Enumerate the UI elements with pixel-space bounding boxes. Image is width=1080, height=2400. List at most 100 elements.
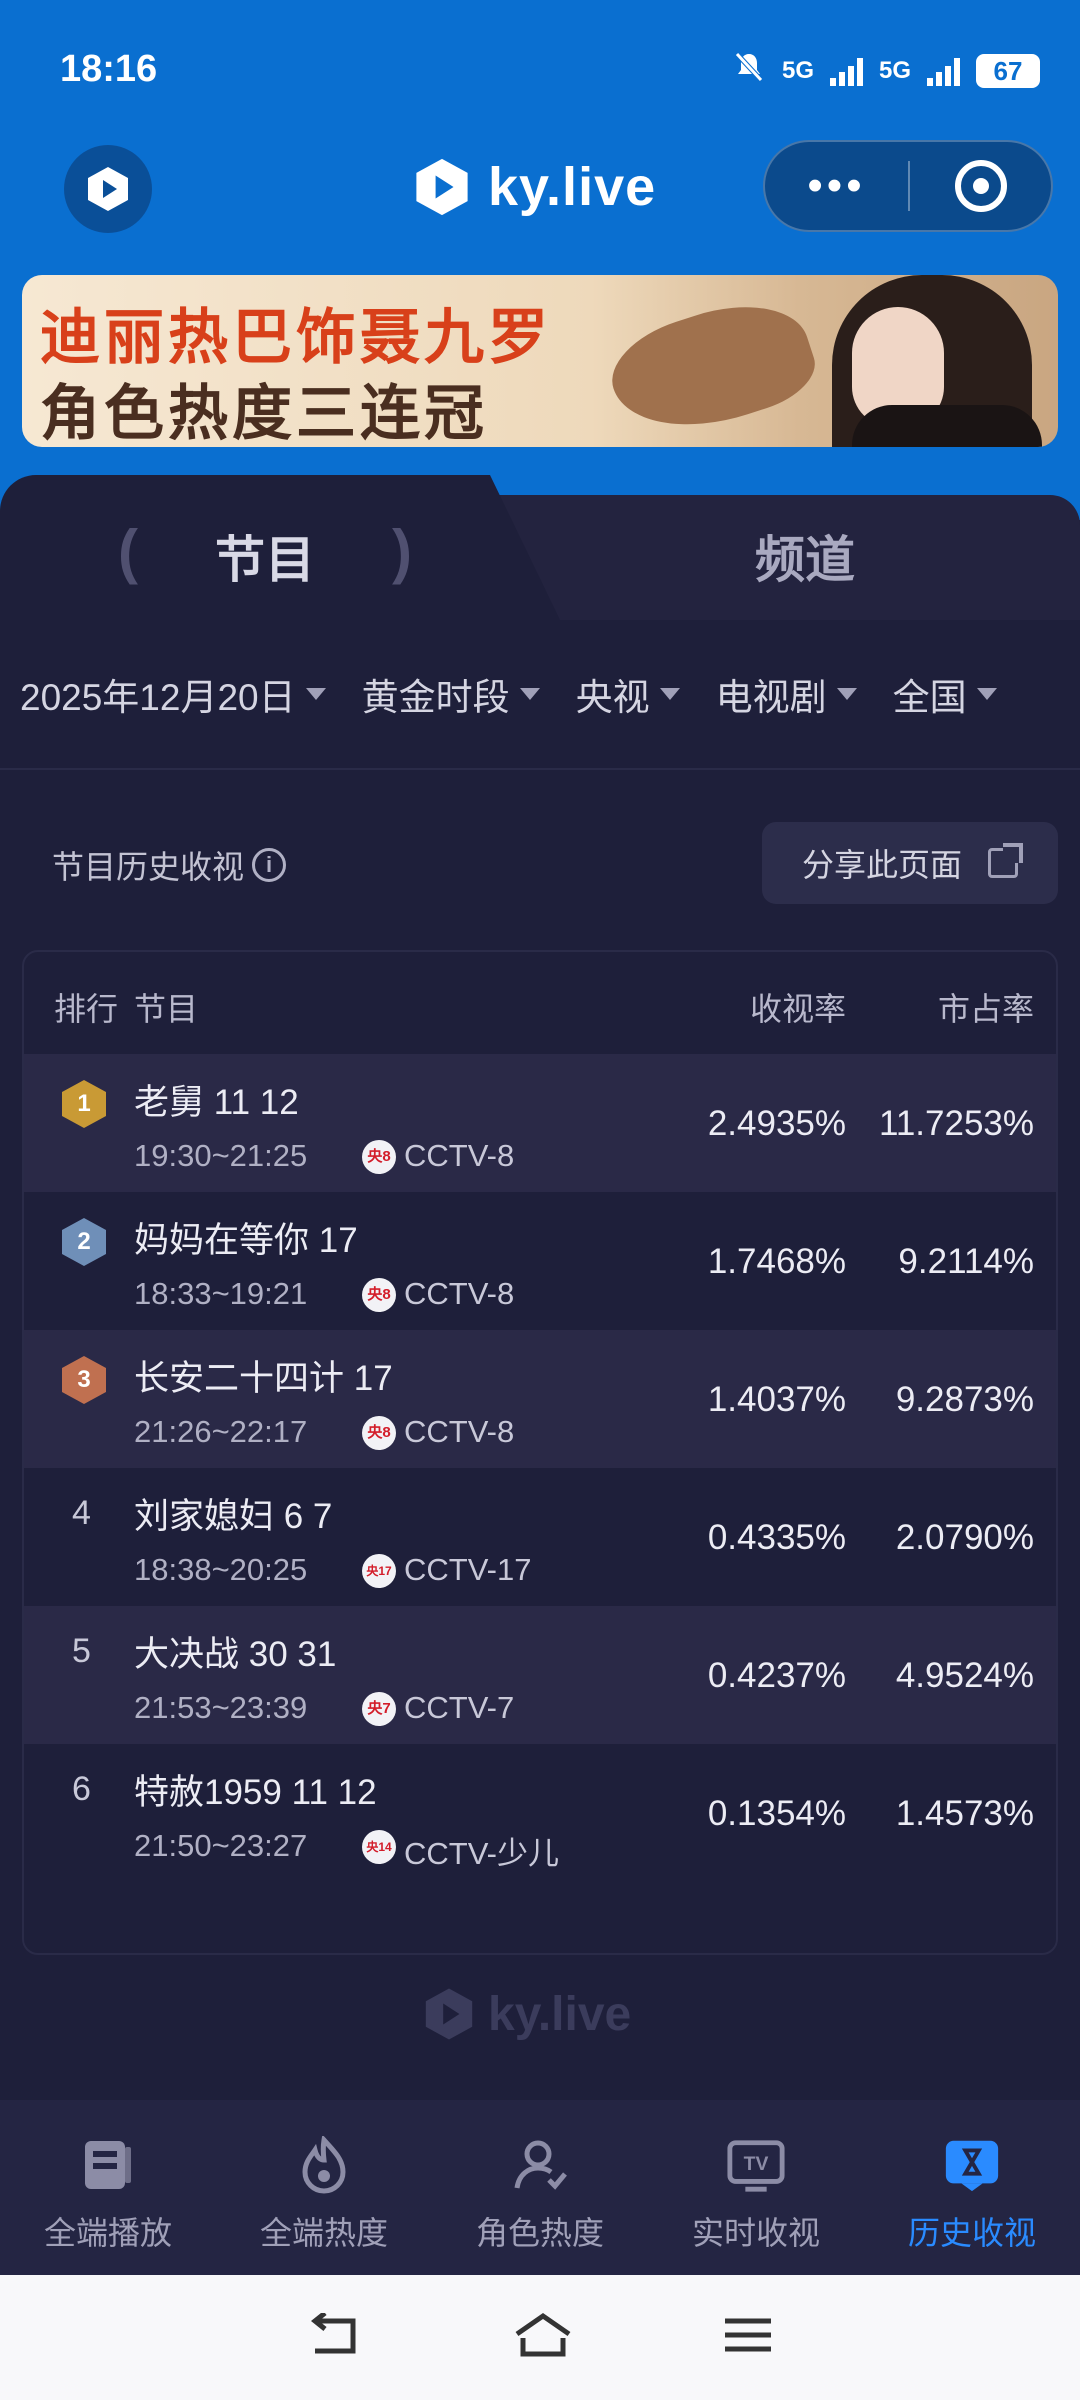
caret-down-icon [976,688,997,700]
table-row[interactable]: 1 老舅 11 12 19:30~21:25 央8 CCTV-8 2.4935%… [24,1054,1056,1192]
rating-value: 0.4237% [707,1656,846,1695]
system-navigation-bar [0,2275,1080,2400]
nav-all-playback[interactable]: 全端播放 [0,2100,216,2275]
rating-value: 0.4335% [707,1518,846,1557]
section-title: 节目历史收视 i [52,842,287,888]
header-program: 节目 [134,991,199,1027]
hourglass-icon [942,2136,1002,2194]
network-label-1: 5G [781,56,814,84]
nav-label: 全端播放 [43,2215,172,2251]
channel-name: CCTV-8 [404,1138,515,1173]
channel-name: CCTV-7 [404,1690,515,1725]
rank-badge-bronze: 3 [62,1356,106,1404]
app-logo-button[interactable] [64,145,152,233]
external-link-icon [988,843,1023,878]
brand: ky.live [410,152,656,222]
channel-logo-icon: 央8 [362,1140,396,1174]
bottom-navigation: 全端播放 全端热度 角色热度 TV 实时收视 历史收视 [0,2100,1080,2275]
channel-name: CCTV-17 [404,1552,532,1587]
nav-realtime-ratings[interactable]: TV 实时收视 [648,2100,864,2275]
tab-programs-label[interactable]: 节目 [215,520,315,592]
banner-line-1: 迪丽热巴饰聂九罗 [40,303,552,373]
program-time: 19:30~21:25 [134,1138,308,1173]
region-filter-label: 全国 [892,677,967,718]
home-icon[interactable] [513,2312,573,2363]
table-row[interactable]: 5 大决战 30 31 21:53~23:39 央7 CCTV-7 0.4237… [24,1606,1056,1744]
channel-name: CCTV-8 [404,1414,515,1449]
program-name: 大决战 30 31 [134,1635,337,1674]
filter-bar: 2025年12月20日 黄金时段 央视 电视剧 全国 [0,620,1080,770]
program-name: 刘家媳妇 6 7 [134,1497,333,1536]
rating-value: 1.7468% [707,1242,846,1281]
info-icon[interactable]: i [252,848,287,882]
app-header: ky.live ••• [0,140,1080,240]
table-row[interactable]: 2 妈妈在等你 17 18:33~19:21 央8 CCTV-8 1.7468%… [24,1192,1056,1330]
genre-filter-label: 电视剧 [715,677,827,718]
caret-down-icon [519,688,540,700]
more-options-button[interactable]: ••• [765,140,908,232]
banner-artwork [599,284,825,447]
tab-channels[interactable]: 频道 [755,520,855,592]
tv-icon: TV [726,2136,786,2194]
caret-down-icon [659,688,680,700]
caret-down-icon [836,688,857,700]
channel-logo-icon: 央8 [362,1278,396,1312]
table-header: 排行 节目 收视率 市占率 [24,952,1056,1052]
network-filter[interactable]: 央视 [576,667,680,721]
status-time: 18:16 [60,48,158,90]
region-filter[interactable]: 全国 [893,667,997,721]
date-filter[interactable]: 2025年12月20日 [20,667,326,721]
footer-watermark: ky.live [420,1985,631,2043]
rating-value: 0.1354% [707,1794,846,1833]
section-title-text: 节目历史收视 [52,849,245,885]
program-time: 18:38~20:25 [134,1552,308,1587]
flame-icon [294,2136,354,2194]
program-name: 妈妈在等你 17 [134,1221,358,1260]
share-value: 9.2873% [895,1380,1034,1419]
menu-icon[interactable] [723,2315,773,2360]
table-row[interactable]: 4 刘家媳妇 6 7 18:38~20:25 央17 CCTV-17 0.433… [24,1468,1056,1606]
nav-label: 历史收视 [907,2215,1036,2251]
header-rank: 排行 [54,991,119,1027]
nav-role-heat[interactable]: 角色热度 [432,2100,648,2275]
channel-logo-icon: 央7 [362,1692,396,1726]
close-mini-program-button[interactable] [910,160,1051,212]
mini-program-capsule: ••• [763,140,1053,232]
rank-number: 6 [72,1770,91,1808]
ratings-table: 排行 节目 收视率 市占率 1 老舅 11 12 19:30~21:25 央8 … [22,950,1058,1955]
channel-logo-icon: 央14 [362,1830,396,1864]
table-row[interactable]: 6 特赦1959 11 12 21:50~23:27 央14 CCTV-少儿 0… [24,1744,1056,1882]
target-icon [954,160,1007,212]
header-rating: 收视率 [749,991,846,1027]
signal-icon [829,56,863,86]
banner-line-2: 角色热度三连冠 [40,379,488,447]
program-name: 长安二十四计 17 [134,1359,393,1398]
share-page-button[interactable]: 分享此页面 [762,822,1058,904]
share-value: 9.2114% [898,1242,1034,1281]
genre-filter[interactable]: 电视剧 [716,667,857,721]
date-filter-label: 2025年12月20日 [20,677,296,718]
channel-name: CCTV-8 [404,1276,515,1311]
nav-all-heat[interactable]: 全端热度 [216,2100,432,2275]
timeslot-filter[interactable]: 黄金时段 [362,667,540,721]
program-time: 18:33~19:21 [134,1276,308,1311]
share-value: 4.9524% [895,1656,1034,1695]
rank-number: 5 [72,1632,91,1670]
back-icon[interactable] [307,2311,363,2362]
channel-name: CCTV-少儿 [404,1836,559,1871]
program-time: 21:53~23:39 [134,1690,308,1725]
nav-history-ratings[interactable]: 历史收视 [864,2100,1080,2275]
share-value: 1.4573% [895,1794,1034,1833]
rank-number: 4 [72,1494,91,1532]
rank-badge-gold: 1 [62,1080,106,1128]
caret-down-icon [305,688,326,700]
program-name: 老舅 11 12 [134,1083,299,1122]
status-bar: 18:16 5G 5G 67 [0,0,1080,140]
channel-logo-icon: 央8 [362,1416,396,1450]
rating-value: 1.4037% [707,1380,846,1419]
program-time: 21:26~22:17 [134,1414,308,1449]
table-row[interactable]: 3 长安二十四计 17 21:26~22:17 央8 CCTV-8 1.4037… [24,1330,1056,1468]
rating-value: 2.4935% [707,1104,846,1143]
status-icons: 5G 5G 67 [732,50,1040,91]
promo-banner[interactable]: 迪丽热巴饰聂九罗 角色热度三连冠 [22,275,1058,447]
